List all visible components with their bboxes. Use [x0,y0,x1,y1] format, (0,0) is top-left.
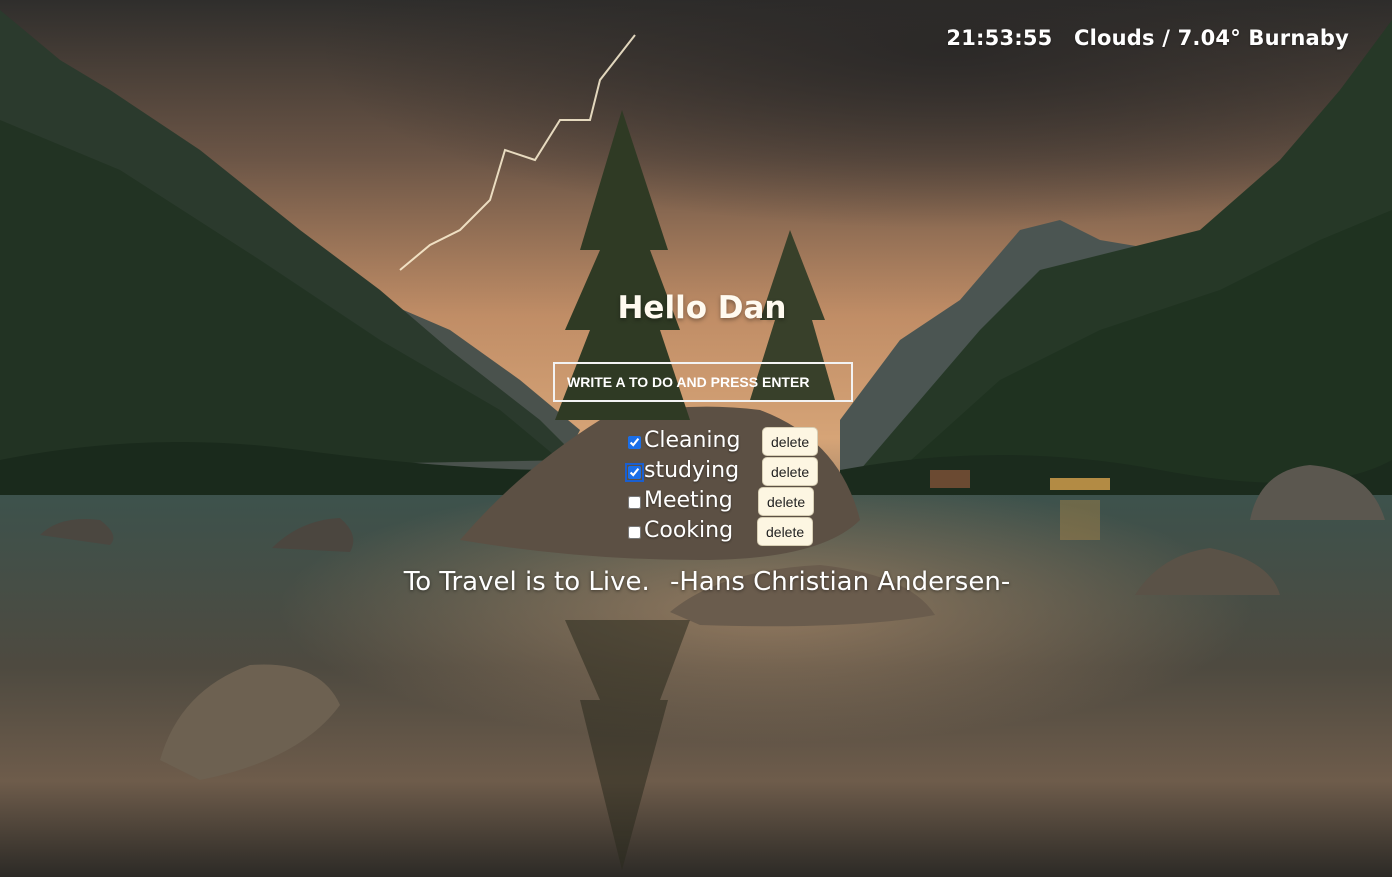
todo-item: studying delete [625,455,819,486]
todo-text: studying [644,457,740,483]
quote: To Travel is to Live. -Hans Christian An… [0,567,1392,597]
delete-button[interactable]: delete [757,517,814,546]
todo-checkbox[interactable] [628,525,641,539]
todo-text: Cleaning [644,427,741,453]
todo-checkbox[interactable] [628,435,641,449]
delete-button[interactable]: delete [762,427,819,456]
clock: 21:53:55 [946,26,1053,50]
delete-button[interactable]: delete [762,457,819,486]
todo-item: Meeting delete [626,485,815,516]
todo-item: Cooking delete [626,515,814,546]
quote-author: -Hans Christian Andersen- [670,567,1011,597]
todo-input[interactable] [553,362,853,402]
delete-button[interactable]: delete [758,487,815,516]
todo-item: Cleaning delete [626,425,819,456]
todo-list: Cleaning delete studying delete Meeting … [625,425,819,546]
greeting-title: Hello Dan [617,290,787,326]
weather-info: Clouds / 7.04° Burnaby [1074,26,1349,50]
quote-text: To Travel is to Live. [403,567,650,597]
todo-text: Meeting [644,487,733,513]
todo-checkbox[interactable] [628,495,641,509]
todo-checkbox[interactable] [625,462,644,482]
status-bar: 21:53:55 Clouds / 7.04° Burnaby [946,26,1349,50]
todo-text: Cooking [644,517,734,543]
